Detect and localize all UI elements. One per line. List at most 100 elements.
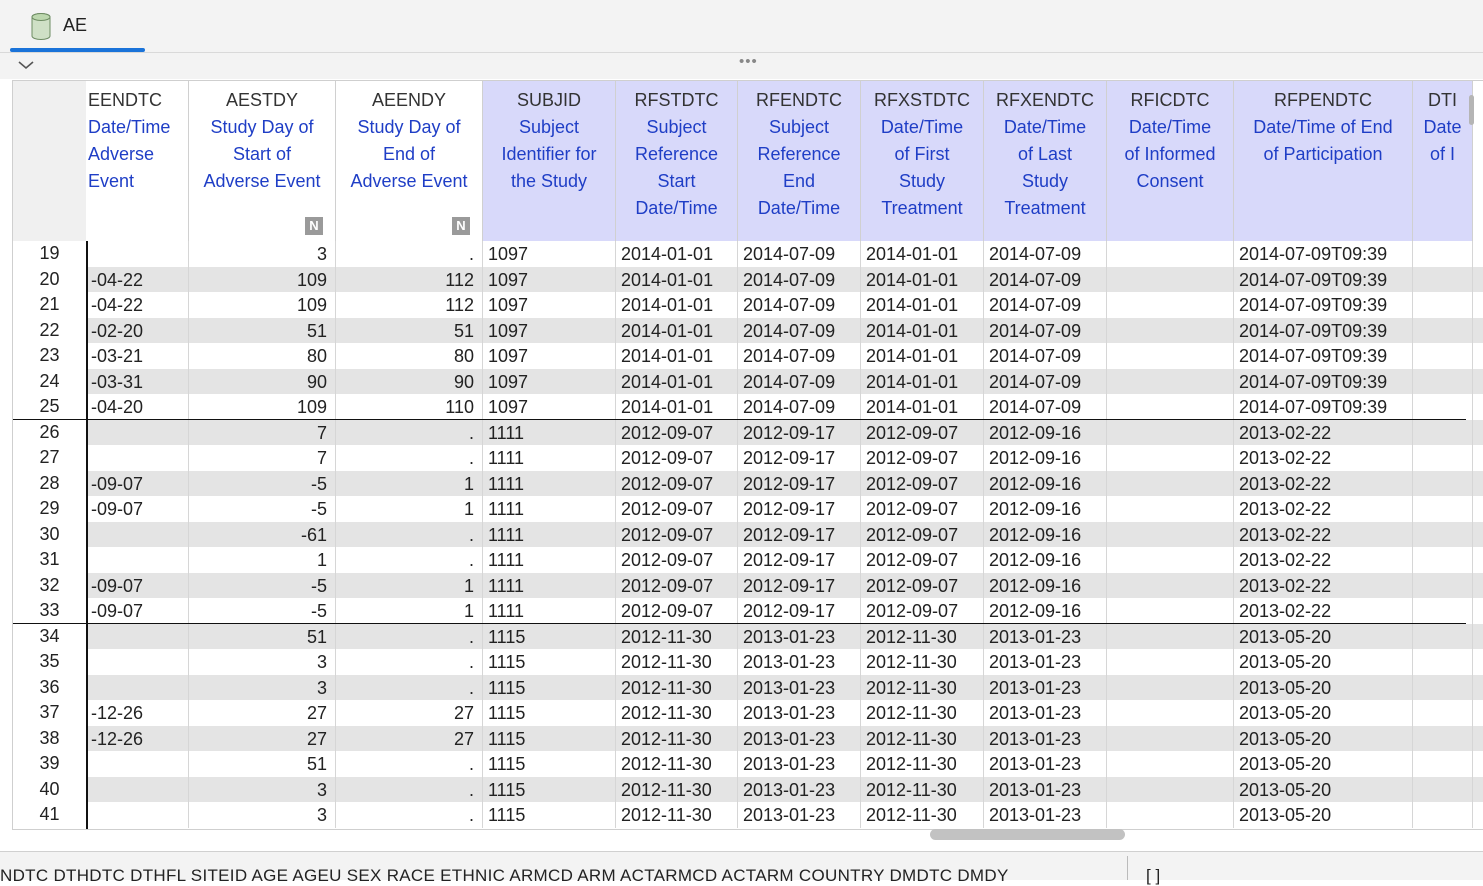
cell-rfendtc[interactable]: 2012-09-17 [738,496,861,522]
cell-rfxendtc[interactable]: 2013-01-23 [984,751,1107,777]
cell-rfpendtc[interactable]: 2014-07-09T09:39 [1234,394,1413,420]
cell-rfxstdtc[interactable]: 2012-11-30 [861,725,984,751]
cell-rfxendtc[interactable]: 2013-01-23 [984,776,1107,802]
cell-rfxstdtc[interactable]: 2012-09-07 [861,521,984,547]
cell-dti[interactable] [1413,317,1473,343]
cell-rfxstdtc[interactable]: 2012-11-30 [861,649,984,675]
cell-subjid[interactable]: 1111 [483,419,616,445]
table-row[interactable]: 27 7. 1111 2012-09-07 2012-09-17 2012-09-07 20… [13,445,1483,471]
cell-dti[interactable] [1413,419,1473,445]
cell-subjid[interactable]: 1097 [483,241,616,267]
cell-rfendtc[interactable]: 2013-01-23 [738,674,861,700]
cell-rfpendtc[interactable]: 2013-05-20 [1234,725,1413,751]
cell-aestdy[interactable]: 3 [189,674,336,700]
cell-aeendy[interactable]: 1 [336,572,483,598]
row-number[interactable]: 23 [13,343,86,369]
cell-dti[interactable] [1413,700,1473,726]
cell-rfxendtc[interactable]: 2014-07-09 [984,241,1107,267]
cell-rfxendtc[interactable]: 2012-09-16 [984,445,1107,471]
cell-aestdy[interactable]: 109 [189,292,336,318]
cell-aestdy[interactable]: 109 [189,266,336,292]
cell-rficdtc[interactable] [1107,598,1234,624]
cell-rfpendtc[interactable]: 2013-05-20 [1234,700,1413,726]
cell-rfpendtc[interactable]: 2013-05-20 [1234,751,1413,777]
cell-rficdtc[interactable] [1107,700,1234,726]
cell-rficdtc[interactable] [1107,394,1234,420]
cell-aeendy[interactable]: . [336,776,483,802]
cell-rfstdtc[interactable]: 2012-09-07 [616,470,738,496]
cell-rfstdtc[interactable]: 2012-09-07 [616,521,738,547]
cell-dti[interactable] [1413,521,1473,547]
cell-rfstdtc[interactable]: 2012-09-07 [616,496,738,522]
cell-rficdtc[interactable] [1107,470,1234,496]
cell-rficdtc[interactable] [1107,292,1234,318]
vertical-scrollbar-thumb[interactable] [1469,95,1474,125]
cell-eendtc[interactable]: -04-22 [86,266,189,292]
cell-rfxendtc[interactable]: 2012-09-16 [984,419,1107,445]
table-row[interactable]: 34 51. 1115 2012-11-30 2013-01-23 2012-11-30 2… [13,623,1483,649]
cell-eendtc[interactable]: -09-07 [86,496,189,522]
cell-rfxstdtc[interactable]: 2014-01-01 [861,394,984,420]
cell-rfendtc[interactable]: 2014-07-09 [738,343,861,369]
cell-aeendy[interactable]: . [336,649,483,675]
column-header-rfxstdtc[interactable]: RFXSTDTC Date/Time of First Study Treatme… [861,81,984,241]
cell-aestdy[interactable]: 51 [189,317,336,343]
cell-eendtc[interactable] [86,623,189,649]
row-number[interactable]: 40 [13,776,86,802]
cell-eendtc[interactable]: -03-21 [86,343,189,369]
table-row[interactable]: 31 1. 1111 2012-09-07 2012-09-17 2012-09-07 20… [13,547,1483,573]
cell-rfendtc[interactable]: 2014-07-09 [738,266,861,292]
cell-subjid[interactable]: 1097 [483,368,616,394]
cell-aeendy[interactable]: 1 [336,496,483,522]
cell-subjid[interactable]: 1115 [483,776,616,802]
cell-rfxstdtc[interactable]: 2012-09-07 [861,572,984,598]
cell-eendtc[interactable]: -09-07 [86,470,189,496]
cell-rficdtc[interactable] [1107,368,1234,394]
cell-aestdy[interactable]: 27 [189,700,336,726]
cell-eendtc[interactable] [86,674,189,700]
table-row[interactable]: 41 3. 1115 2012-11-30 2013-01-23 2012-11-30 20… [13,802,1483,828]
cell-aestdy[interactable]: -5 [189,572,336,598]
cell-rfendtc[interactable]: 2014-07-09 [738,368,861,394]
cell-dti[interactable] [1413,725,1473,751]
table-row[interactable]: 30 -61. 1111 2012-09-07 2012-09-17 2012-09-07… [13,521,1483,547]
cell-rfstdtc[interactable]: 2012-11-30 [616,623,738,649]
cell-subjid[interactable]: 1115 [483,802,616,828]
cell-rfstdtc[interactable]: 2014-01-01 [616,317,738,343]
cell-rfpendtc[interactable]: 2013-02-22 [1234,598,1413,624]
cell-aestdy[interactable]: 90 [189,368,336,394]
cell-subjid[interactable]: 1097 [483,343,616,369]
cell-aeendy[interactable]: . [336,241,483,267]
cell-subjid[interactable]: 1097 [483,317,616,343]
cell-aeendy[interactable]: . [336,521,483,547]
cell-rfxstdtc[interactable]: 2012-09-07 [861,470,984,496]
cell-rfstdtc[interactable]: 2014-01-01 [616,266,738,292]
row-number[interactable]: 33 [13,598,86,624]
row-number[interactable]: 27 [13,445,86,471]
cell-aestdy[interactable]: 3 [189,241,336,267]
table-row[interactable]: 23 -03-21 80 80 1097 2014-01-01 2014-07-09 2014… [13,343,1483,369]
cell-aeendy[interactable]: 112 [336,266,483,292]
cell-rfendtc[interactable]: 2013-01-23 [738,700,861,726]
cell-rfxstdtc[interactable]: 2014-01-01 [861,266,984,292]
cell-rfendtc[interactable]: 2012-09-17 [738,445,861,471]
cell-rfpendtc[interactable]: 2013-02-22 [1234,547,1413,573]
cell-dti[interactable] [1413,241,1473,267]
cell-aestdy[interactable]: 51 [189,623,336,649]
cell-rfstdtc[interactable]: 2012-11-30 [616,700,738,726]
cell-rficdtc[interactable] [1107,547,1234,573]
cell-rfxendtc[interactable]: 2013-01-23 [984,649,1107,675]
cell-eendtc[interactable]: -02-20 [86,317,189,343]
table-row[interactable]: 32 -09-07 -5 1 1111 2012-09-07 2012-09-17 2012-… [13,572,1483,598]
cell-rficdtc[interactable] [1107,266,1234,292]
cell-subjid[interactable]: 1111 [483,521,616,547]
table-row[interactable]: 39 51. 1115 2012-11-30 2013-01-23 2012-11-30 2… [13,751,1483,777]
cell-dti[interactable] [1413,496,1473,522]
cell-rfstdtc[interactable]: 2012-11-30 [616,649,738,675]
cell-subjid[interactable]: 1111 [483,572,616,598]
cell-aestdy[interactable]: 7 [189,419,336,445]
row-number[interactable]: 25 [13,394,86,420]
filter-brackets[interactable]: [ ] [1146,866,1160,886]
cell-rficdtc[interactable] [1107,445,1234,471]
cell-rfpendtc[interactable]: 2013-05-20 [1234,776,1413,802]
